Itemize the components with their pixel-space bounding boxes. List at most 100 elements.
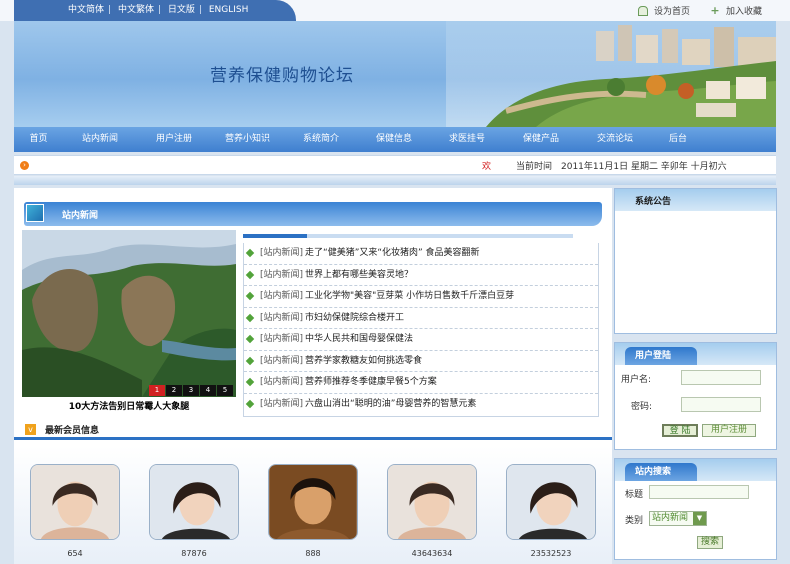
avatar[interactable] [268,464,358,540]
news-photo[interactable] [22,230,236,397]
list-item[interactable]: [站内新闻] 世界上都有哪些美容灵地？ [244,265,598,286]
bullet-icon [245,377,255,387]
keyword-label: 标题 [625,490,644,500]
search-box: 站内搜索 标题 类别 站内新闻 ▼ 搜索 [614,458,777,560]
lang-link-english[interactable]: ENGLISH [209,5,249,15]
pager-item[interactable]: 2 [166,385,182,396]
date-bar: › 欢 当前时间 2011年11月1日 星期二 辛卯年 十月初六 [14,155,776,175]
news-tag: [站内新闻] [260,398,304,409]
photo-pager: 1 2 3 4 5 [148,385,233,396]
news-title[interactable]: 营养师推荐冬季健康早餐5个方案 [305,377,437,387]
site-banner: 营养保健购物论坛 [14,21,776,127]
home-icon [637,5,648,16]
bullet-icon [245,248,255,258]
nav-nutrition-tips[interactable]: 营养小知识 [211,127,284,152]
current-date: 当前时间 2011年11月1日 星期二 辛卯年 十月初六 [516,162,727,172]
nav-register[interactable]: 用户注册 [137,127,211,152]
member-card[interactable]: 654 [30,464,120,558]
top-bar: 中文简体 | 中文繁体 | 日文版 | ENGLISH 设为首页 + 加入收藏 [0,0,790,21]
main-nav: 首页 站内新闻 用户注册 营养小知识 系统简介 保健信息 求医挂号 保健产品 交… [14,127,776,152]
lang-link-japanese[interactable]: 日文版 [168,5,195,15]
news-title[interactable]: 营养学家教糖友如何挑选零食 [305,356,422,366]
news-tag: [站内新闻] [260,377,304,387]
nav-appointment[interactable]: 求医挂号 [430,127,504,152]
nav-health-products[interactable]: 保健产品 [504,127,578,152]
notice-dot-icon: › [20,161,29,170]
members-section-header: v 最新会员信息 [14,420,612,440]
bullet-icon [245,291,255,301]
nav-admin[interactable]: 后台 [652,127,704,152]
divider-stripe [14,176,776,185]
nav-home[interactable]: 首页 [14,127,63,152]
list-item[interactable]: [站内新闻] 营养师推荐冬季健康早餐5个方案 [244,372,598,394]
member-name: 87876 [181,549,207,558]
member-name: 43643634 [411,549,453,558]
keyword-field[interactable] [649,485,749,499]
news-title[interactable]: 中华人民共和国母婴保健法 [305,334,413,344]
news-progress-bar [243,234,573,238]
main-content: 站内新闻 1 2 3 4 5 10大方法告别日常霉人大象腿 [站内新闻] 走了“健… [14,188,612,564]
nav-site-news[interactable]: 站内新闻 [63,127,137,152]
news-tag: [站内新闻] [260,334,304,344]
member-card[interactable]: 87876 [149,464,239,558]
photo-caption[interactable]: 10大方法告别日常霉人大象腿 [22,399,236,412]
news-section-title: 站内新闻 [62,211,99,221]
language-switcher: 中文简体 | 中文繁体 | 日文版 | ENGLISH [14,0,296,21]
lang-link-simplified[interactable]: 中文简体 [68,5,104,15]
register-button[interactable]: 用户注册 [702,424,756,437]
pager-item[interactable]: 3 [183,385,199,396]
site-title: 营养保健购物论坛 [210,66,354,86]
avatar[interactable] [387,464,477,540]
chevron-down-icon[interactable]: ▼ [693,512,706,525]
member-name: 654 [67,549,83,558]
news-tag: [站内新闻] [260,355,304,366]
login-button[interactable]: 登 陆 [662,424,698,437]
news-tag: [站内新闻] [260,269,304,280]
list-item[interactable]: [站内新闻] 营养学家教糖友如何挑选零食 [244,351,598,372]
pager-item[interactable]: 4 [200,385,216,396]
search-title: 站内搜索 [625,463,697,481]
news-title[interactable]: 走了“健美猪”又来“化妆猪肉” 食品美容翻新 [305,248,480,258]
nav-system-intro[interactable]: 系统简介 [284,127,358,152]
category-value: 站内新闻 [652,513,689,523]
member-card[interactable]: 43643634 [387,464,477,558]
notice-box: 系统公告 [614,188,777,334]
list-item[interactable]: [站内新闻] 工业化学物"美容"豆芽菜 小作坊日售数千斤漂白豆芽 [244,286,598,308]
bullet-icon [245,270,255,279]
news-title[interactable]: 世界上都有哪些美容灵地？ [305,270,413,280]
pager-item[interactable]: 1 [149,385,165,396]
welcome-text: 欢 [482,162,492,172]
username-field[interactable] [681,370,761,385]
list-item[interactable]: [站内新闻] 六盘山消出“聪明的油”母婴营养的智慧元素 [244,394,598,416]
members-list: 654 87876 888 43643634 23532523 [30,464,625,558]
password-field[interactable] [681,397,761,412]
lang-link-traditional[interactable]: 中文繁体 [118,5,154,15]
list-item[interactable]: [站内新闻] 市妇幼保健院综合楼开工 [244,308,598,329]
member-name: 888 [305,549,321,558]
members-section-title: 最新会员信息 [45,426,100,436]
nav-forum[interactable]: 交流论坛 [578,127,652,152]
news-title[interactable]: 六盘山消出“聪明的油”母婴营养的智慧元素 [305,399,476,409]
nav-health-info[interactable]: 保健信息 [358,127,430,152]
member-card[interactable]: 23532523 [506,464,596,558]
top-links: 设为首页 + 加入收藏 [637,3,762,17]
avatar[interactable] [149,464,239,540]
category-select[interactable]: 站内新闻 ▼ [649,511,707,526]
list-item[interactable]: [站内新闻] 走了“健美猪”又来“化妆猪肉” 食品美容翻新 [244,243,598,265]
avatar[interactable] [30,464,120,540]
list-item[interactable]: [站内新闻] 中华人民共和国母婴保健法 [244,329,598,351]
add-favorite-link[interactable]: 加入收藏 [726,4,762,17]
monitor-icon [26,204,44,222]
pager-item[interactable]: 5 [217,385,233,396]
username-label: 用户名: [621,375,652,385]
avatar[interactable] [506,464,596,540]
member-card[interactable]: 888 [268,464,358,558]
set-homepage-link[interactable]: 设为首页 [654,4,690,17]
news-title[interactable]: 工业化学物"美容"豆芽菜 小作坊日售数千斤漂白豆芽 [305,291,514,301]
news-title[interactable]: 市妇幼保健院综合楼开工 [305,313,404,323]
search-button[interactable]: 搜索 [697,536,723,549]
add-favorite-icon: + [710,3,720,17]
city-landscape-image [446,21,776,127]
bullet-icon [245,399,255,408]
bullet-icon [245,334,255,344]
